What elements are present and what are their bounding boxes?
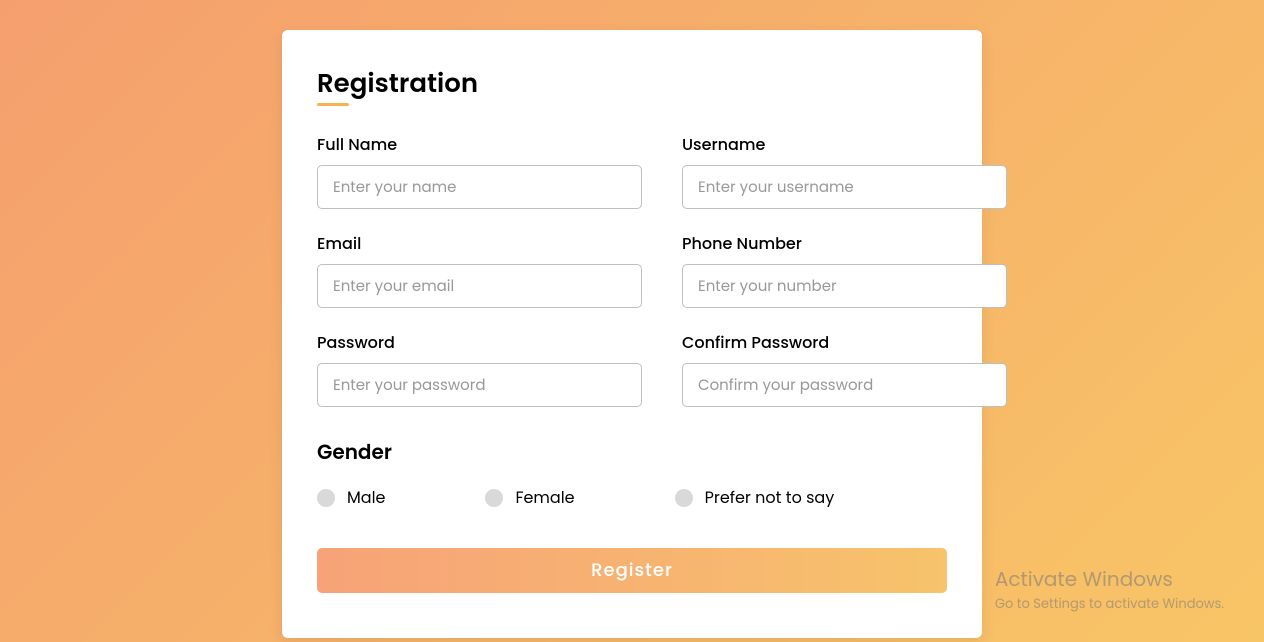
confirm-input[interactable] (682, 363, 1007, 407)
gender-title: Gender (317, 437, 947, 467)
field-username: Username (682, 132, 1007, 209)
watermark-title: Activate Windows (995, 564, 1224, 594)
password-label: Password (317, 330, 642, 355)
gender-options: Male Female Prefer not to say (317, 485, 947, 510)
phone-input[interactable] (682, 264, 1007, 308)
field-email: Email (317, 231, 642, 308)
watermark-sub: Go to Settings to activate Windows. (995, 594, 1224, 614)
fields-grid: Full Name Username Email Phone Number Pa… (317, 132, 947, 407)
field-password: Password (317, 330, 642, 407)
radio-prefer-label: Prefer not to say (705, 485, 835, 510)
registration-card: Registration Full Name Username Email Ph… (282, 30, 982, 638)
phone-label: Phone Number (682, 231, 1007, 256)
gender-option-prefer[interactable]: Prefer not to say (675, 485, 835, 510)
form-title: Registration (317, 65, 478, 104)
windows-watermark: Activate Windows Go to Settings to activ… (995, 564, 1224, 614)
fullname-input[interactable] (317, 165, 642, 209)
confirm-label: Confirm Password (682, 330, 1007, 355)
password-input[interactable] (317, 363, 642, 407)
radio-male-label: Male (347, 485, 385, 510)
email-label: Email (317, 231, 642, 256)
username-input[interactable] (682, 165, 1007, 209)
gender-option-male[interactable]: Male (317, 485, 385, 510)
radio-male[interactable] (317, 489, 335, 507)
register-button[interactable]: Register (317, 548, 947, 593)
gender-option-female[interactable]: Female (485, 485, 574, 510)
field-phone: Phone Number (682, 231, 1007, 308)
fullname-label: Full Name (317, 132, 642, 157)
field-confirm: Confirm Password (682, 330, 1007, 407)
field-fullname: Full Name (317, 132, 642, 209)
username-label: Username (682, 132, 1007, 157)
email-input[interactable] (317, 264, 642, 308)
radio-prefer[interactable] (675, 489, 693, 507)
radio-female[interactable] (485, 489, 503, 507)
radio-female-label: Female (515, 485, 574, 510)
